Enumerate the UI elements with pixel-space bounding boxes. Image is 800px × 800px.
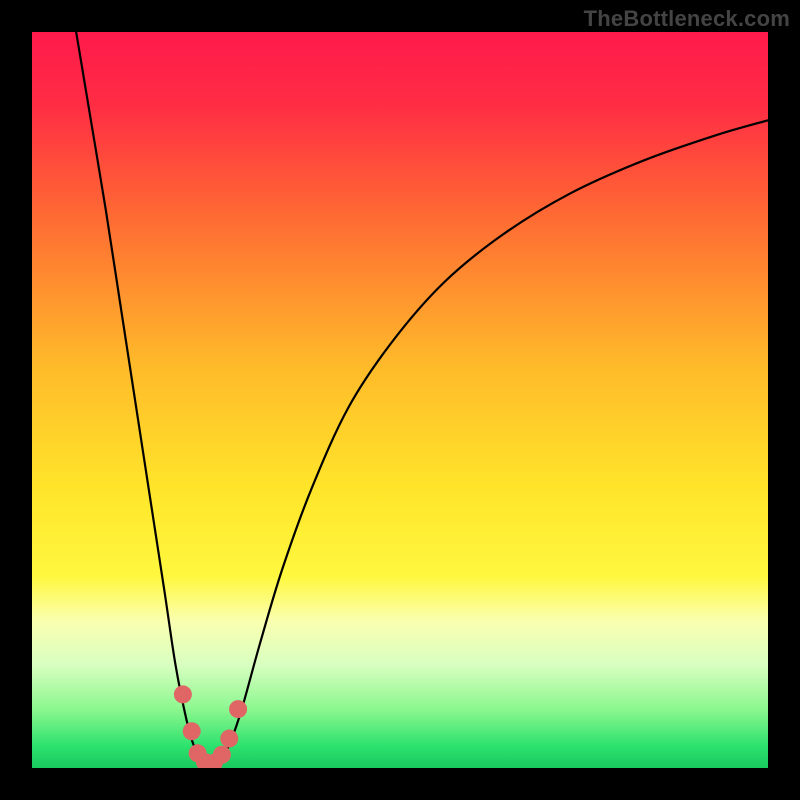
marker-point (220, 730, 238, 748)
watermark-text: TheBottleneck.com (584, 6, 790, 32)
chart-svg (32, 32, 768, 768)
gradient-background (32, 32, 768, 768)
plot-area (32, 32, 768, 768)
marker-point (183, 722, 201, 740)
marker-point (213, 746, 231, 764)
marker-point (174, 685, 192, 703)
marker-point (229, 700, 247, 718)
chart-frame: TheBottleneck.com (0, 0, 800, 800)
